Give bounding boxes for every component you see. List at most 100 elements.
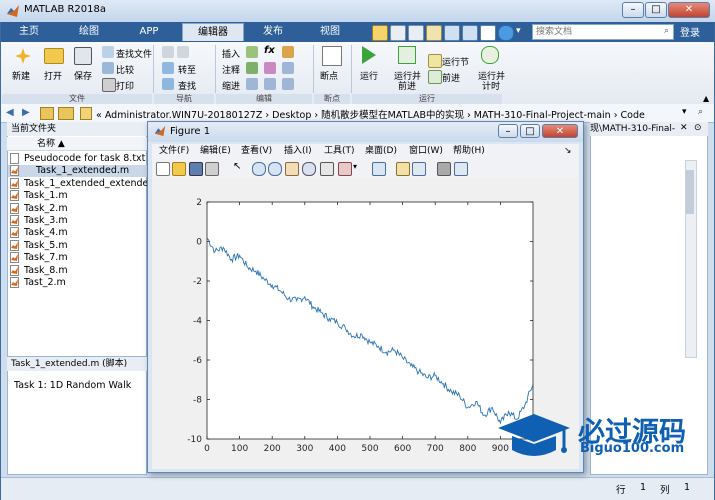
file-list-item[interactable]: Task_3.m (10, 215, 68, 227)
collapse-ribbon-icon[interactable]: ▲ (703, 94, 709, 103)
menu-help[interactable]: 帮助(H) (453, 144, 485, 158)
minimize-button[interactable]: – (622, 2, 644, 18)
copy-icon[interactable] (408, 25, 424, 41)
save-disk-icon[interactable] (74, 47, 92, 65)
new-icon[interactable] (14, 47, 32, 65)
link-plot-icon[interactable] (372, 162, 386, 176)
undo-icon[interactable] (444, 25, 460, 41)
menu-desktop[interactable]: 桌面(D) (365, 144, 397, 158)
file-list-item[interactable]: Task_4.m (10, 227, 68, 239)
file-list-item[interactable]: Task_1.m (10, 190, 68, 202)
zoom-in-icon[interactable] (252, 162, 266, 176)
data-cursor-icon[interactable] (320, 162, 334, 176)
new-button[interactable]: 新建 (12, 69, 30, 82)
hide-plot-tools-icon[interactable] (437, 162, 451, 176)
indent-button[interactable]: 缩进 (222, 79, 240, 92)
search-icon[interactable]: ⌕ (664, 26, 669, 36)
rotate-3d-icon[interactable] (302, 162, 316, 176)
name-column-header[interactable]: 名称 ▲ (7, 137, 147, 151)
breakpoints-button[interactable]: 断点 (320, 69, 338, 82)
file-list-item[interactable]: Task_1_extended.m (8, 165, 147, 178)
insert-button[interactable]: 插入 (222, 47, 240, 60)
figure-maximize-button[interactable]: □ (520, 124, 540, 138)
back-arrow-icon[interactable]: ◀ (6, 107, 14, 118)
run-time-button-line2[interactable]: 计时 (482, 79, 500, 92)
brush-dropdown-icon[interactable]: ▾ (353, 162, 357, 171)
address-path[interactable]: « Administrator.WIN7U-20180127Z › Deskto… (96, 107, 645, 121)
switch-windows-icon[interactable] (480, 25, 496, 41)
up-folder-icon[interactable] (40, 107, 54, 120)
forward-arrow-icon[interactable]: ▶ (22, 107, 30, 118)
breakpoints-icon[interactable] (322, 46, 342, 66)
colorbar-icon[interactable] (396, 162, 410, 176)
tab-plots[interactable]: 绘图 (64, 23, 114, 41)
browse-folder-icon[interactable] (58, 107, 74, 120)
file-list-item[interactable]: Task_7.m (10, 252, 68, 264)
address-dropdown-icon[interactable]: ▾ (682, 107, 687, 117)
tab-view[interactable]: 视图 (304, 23, 356, 41)
save-button[interactable]: 保存 (74, 69, 92, 82)
open-folder-icon[interactable] (44, 48, 64, 64)
quick-access-dropdown-icon[interactable]: ▾ (516, 26, 521, 36)
login-button[interactable]: 登录 (680, 24, 700, 39)
menu-view[interactable]: 查看(V) (241, 144, 272, 158)
show-plot-tools-icon[interactable] (454, 162, 468, 176)
zoom-out-icon[interactable] (268, 162, 282, 176)
find-files-row[interactable] (102, 46, 114, 58)
redo-icon[interactable] (462, 25, 478, 41)
save-figure-icon[interactable] (189, 162, 203, 176)
run-advance-button-line2[interactable]: 前进 (398, 79, 416, 92)
figure-close-button[interactable]: ✕ (542, 124, 578, 138)
file-list-item[interactable]: Task_2.m (10, 202, 68, 215)
search-input[interactable]: 搜索文档 (532, 24, 674, 40)
pan-icon[interactable] (285, 162, 299, 176)
tab-publish[interactable]: 发布 (248, 23, 298, 41)
menu-file[interactable]: 文件(F) (159, 144, 189, 158)
editor-scrollbar-thumb[interactable] (686, 170, 694, 214)
compare-button[interactable]: 比较 (116, 63, 134, 76)
comment-button[interactable]: 注释 (222, 63, 240, 76)
file-list-item[interactable]: Task_5.m (10, 239, 68, 252)
find-button[interactable]: 查找 (178, 79, 196, 92)
open-file-icon[interactable] (172, 162, 186, 176)
find-files-button[interactable]: 查找文件 (116, 47, 152, 60)
legend-icon[interactable] (412, 162, 426, 176)
brush-icon[interactable] (338, 162, 352, 176)
run-and-time-icon[interactable] (481, 46, 499, 64)
help-icon[interactable] (498, 25, 514, 41)
figure-minimize-button[interactable]: – (498, 124, 518, 138)
paste-icon[interactable] (426, 25, 442, 41)
print-figure-icon[interactable] (205, 162, 219, 176)
menu-insert[interactable]: 插入(I) (284, 144, 312, 158)
file-list-item[interactable]: Tast_2.m (10, 277, 66, 289)
editor-menu-icon[interactable]: ⊙ (694, 123, 702, 133)
file-list-item[interactable]: Pseudocode for task 8.txt (10, 153, 145, 165)
menu-window[interactable]: 窗口(W) (409, 144, 443, 158)
menu-edit[interactable]: 编辑(E) (200, 144, 231, 158)
cut-icon[interactable] (390, 25, 406, 41)
tab-editor[interactable]: 编辑器 (182, 23, 244, 41)
run-section-button[interactable]: 运行节 (442, 55, 469, 68)
menu-tools[interactable]: 工具(T) (324, 144, 355, 158)
save-icon[interactable] (372, 25, 388, 41)
print-button[interactable]: 打印 (116, 79, 134, 92)
edit-plot-icon[interactable]: ↖ (231, 161, 243, 174)
tab-home[interactable]: 主页 (6, 23, 52, 41)
maximize-button[interactable]: □ (645, 2, 667, 18)
close-button[interactable]: ✕ (668, 2, 710, 18)
menu-dock-icon[interactable]: ↘ (564, 144, 572, 158)
run-icon[interactable] (362, 46, 376, 64)
advance-button[interactable]: 前进 (442, 71, 460, 84)
new-figure-icon[interactable] (156, 162, 170, 176)
editor-tab[interactable]: 现\MATH-310-Final- (590, 122, 708, 136)
fx-button[interactable]: fx (264, 45, 275, 56)
goto-button[interactable]: 转至 (178, 63, 196, 76)
run-button[interactable]: 运行 (360, 69, 378, 82)
file-list-item[interactable]: Task_1_extended_extended.m (10, 177, 167, 190)
run-advance-icon[interactable] (398, 46, 416, 64)
open-button[interactable]: 打开 (44, 69, 62, 82)
address-search-icon[interactable]: ⌕ (698, 107, 703, 117)
tab-apps[interactable]: APP (122, 23, 176, 41)
editor-close-icon[interactable]: ✕ (680, 123, 688, 133)
file-list-item[interactable]: Task_8.m (10, 264, 68, 277)
